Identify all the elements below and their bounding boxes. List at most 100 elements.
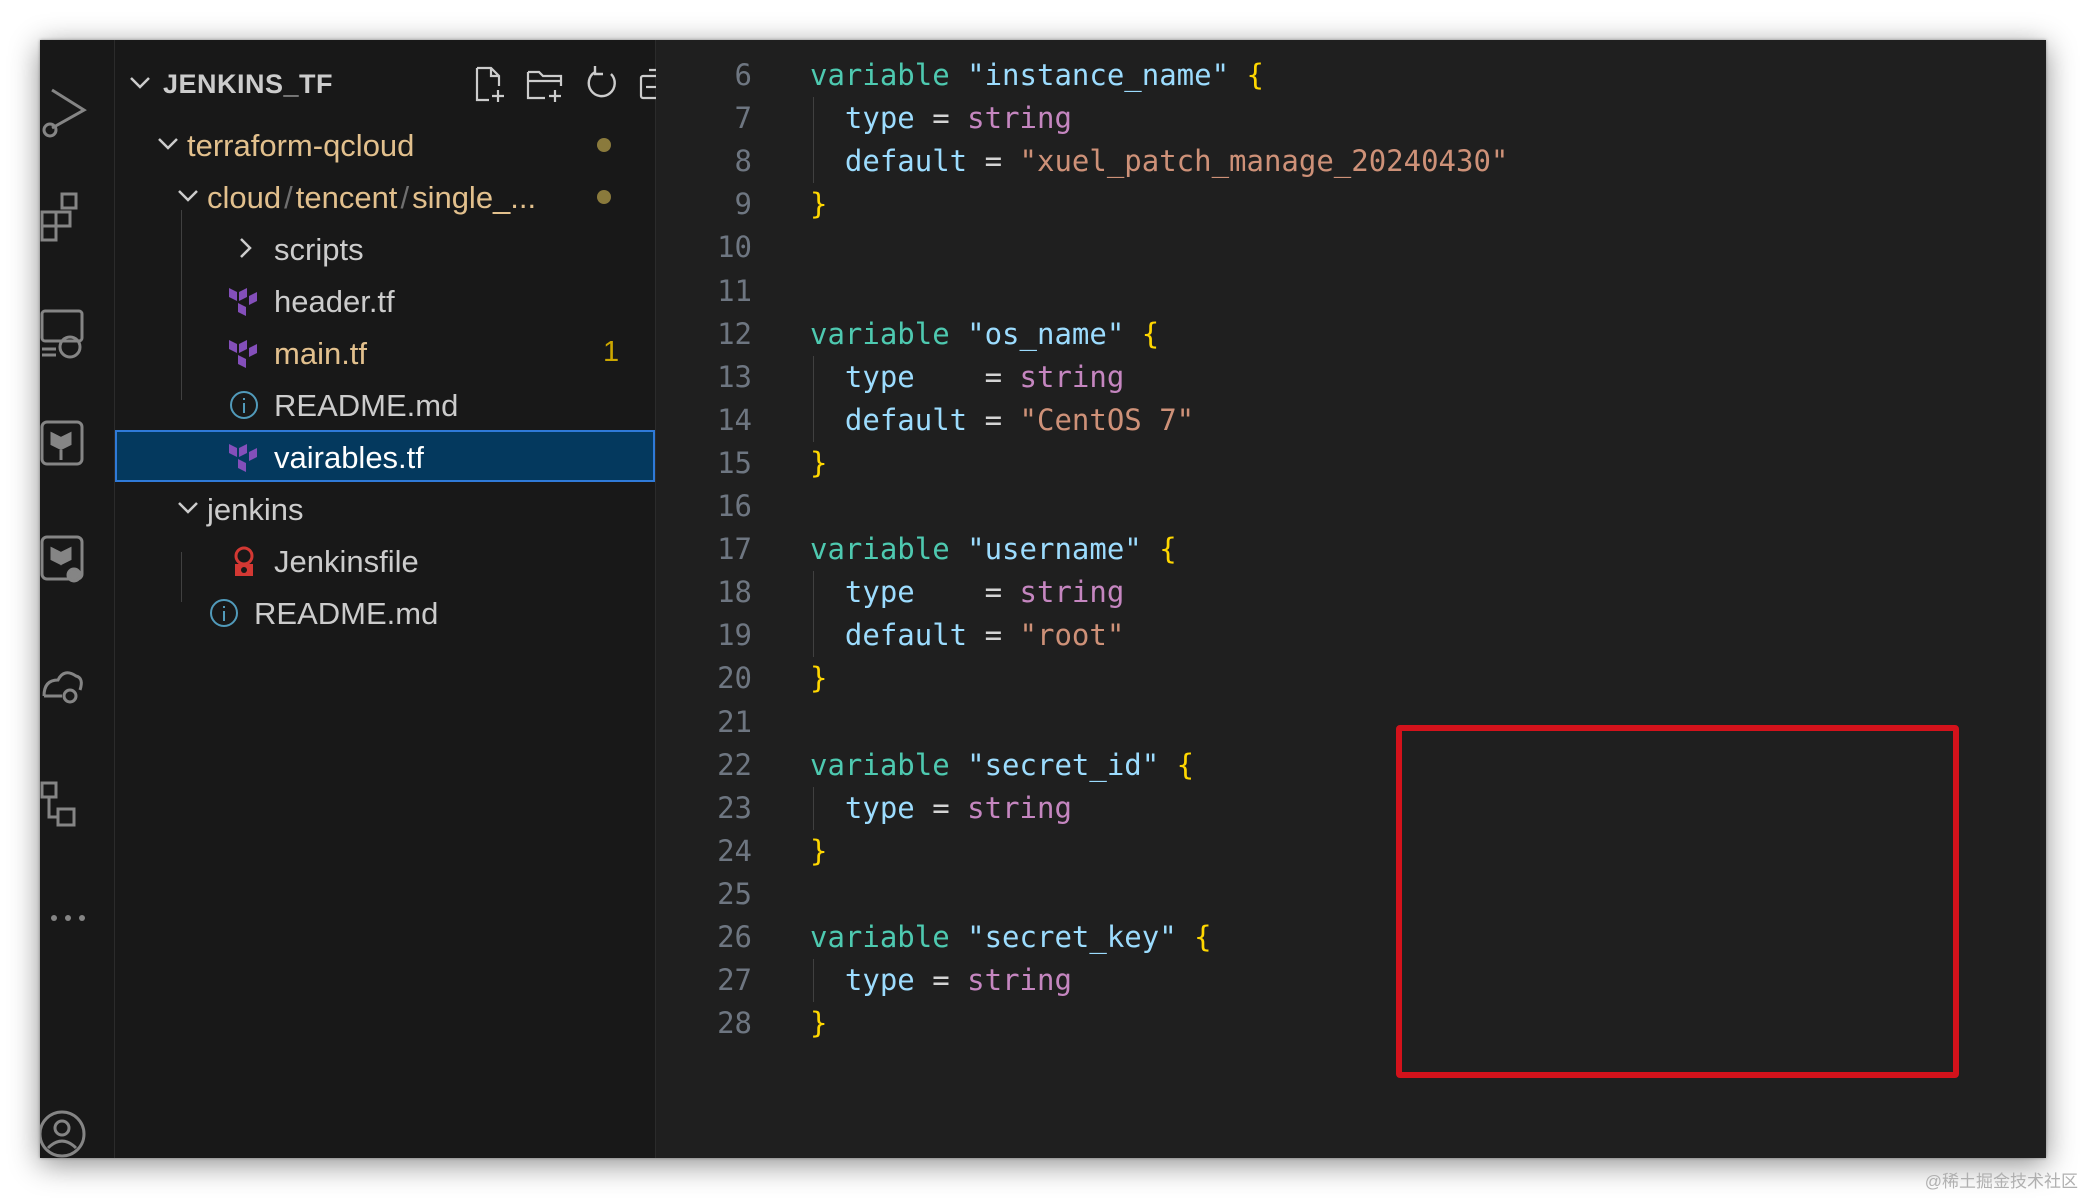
vscode-window: JENKINS_TF terraform-qcloud cloud/tencen… [40, 40, 2046, 1158]
line-number: 6 [734, 58, 752, 92]
tree-item-readme-root[interactable]: README.md [115, 586, 655, 638]
refresh-icon[interactable] [581, 64, 621, 104]
indent-guide [813, 571, 814, 658]
tree-item-vairables-tf[interactable]: vairables.tf [115, 430, 655, 482]
code-editor[interactable]: 6 variable "instance_name" {7 type = stri… [656, 40, 2046, 1158]
account-icon[interactable] [40, 1108, 102, 1158]
remote-explorer-icon[interactable] [40, 305, 102, 367]
terraform-cloud-icon[interactable] [40, 535, 102, 597]
code-token: = [967, 144, 1020, 179]
line-number: 10 [717, 230, 752, 265]
tree-item-label: terraform-qcloud [187, 128, 415, 163]
tree-item-label: scripts [274, 232, 364, 267]
tree-item-jenkins[interactable]: jenkins [115, 482, 655, 534]
line-number: 20 [717, 661, 752, 696]
code-token: "os_name" [967, 316, 1125, 351]
indent-guide [813, 786, 814, 830]
chevron-down-icon[interactable] [125, 68, 155, 98]
code-text: } [810, 446, 827, 480]
code-text: variable "username" { [810, 532, 1177, 566]
code-line[interactable]: 9} [656, 179, 2046, 222]
code-line[interactable]: 19 default = "root" [656, 610, 2046, 653]
code-line[interactable]: 14 default = "CentOS 7" [656, 395, 2046, 438]
tree-item-jenkinsfile[interactable]: Jenkinsfile [115, 534, 655, 586]
chevron-down-icon [158, 138, 178, 150]
code-token: string [1019, 359, 1125, 394]
code-line[interactable]: 10 [656, 222, 2046, 265]
code-token: = [914, 575, 1020, 610]
code-line[interactable]: 13 type = string [656, 352, 2046, 395]
path-separator: / [400, 180, 410, 215]
line-number: 24 [717, 833, 752, 868]
jenkins-file-icon [234, 546, 254, 576]
code-token: { [1194, 920, 1212, 954]
tree-item-terraform-qcloud[interactable]: terraform-qcloud [115, 118, 655, 170]
code-line[interactable]: 6 variable "instance_name" { [656, 50, 2046, 93]
code-text: } [810, 1006, 827, 1040]
run-debug-icon[interactable] [40, 78, 102, 140]
line-number: 17 [717, 532, 752, 567]
tree-item-readme[interactable]: README.md [115, 378, 655, 430]
code-token: = [914, 101, 968, 136]
source-control-graph-icon[interactable] [40, 775, 102, 837]
info-icon [230, 391, 258, 419]
indent-guide [813, 97, 814, 184]
explorer-section-header[interactable]: JENKINS_TF [115, 60, 673, 106]
tree-item-label: jenkins [207, 492, 304, 527]
chevron-down-icon [178, 190, 198, 202]
path-segment[interactable]: cloud [207, 180, 281, 215]
code-line[interactable]: 20} [656, 653, 2046, 696]
code-token: } [810, 187, 828, 222]
code-text: } [810, 834, 827, 868]
code-text: } [810, 187, 827, 221]
tree-item-cloud-path[interactable]: cloud/tencent/single_... [115, 170, 655, 222]
code-token: type [844, 963, 915, 998]
chevron-right-icon [240, 238, 252, 258]
code-line[interactable]: 16 [656, 481, 2046, 524]
path-segment[interactable]: single_... [412, 180, 536, 215]
new-file-icon[interactable] [469, 64, 509, 104]
code-line[interactable]: 12 variable "os_name" { [656, 309, 2046, 352]
code-line[interactable]: 18 type = string [656, 567, 2046, 610]
code-token: { [1141, 316, 1160, 351]
code-line[interactable]: 7 type = string [656, 93, 2046, 136]
line-number: 16 [717, 489, 752, 523]
explorer-sidebar: JENKINS_TF terraform-qcloud cloud/tencen… [115, 40, 673, 1158]
tree-item-scripts[interactable]: scripts [115, 222, 655, 274]
code-line[interactable]: 17 variable "username" { [656, 524, 2046, 567]
modified-dot [597, 190, 611, 204]
code-line[interactable]: 11 [656, 266, 2046, 309]
activity-bar [40, 40, 115, 1158]
path-separator: / [284, 180, 293, 215]
tree-item-main-tf[interactable]: main.tf 1 [115, 326, 655, 378]
indent-guide [813, 355, 814, 442]
cloud-settings-icon[interactable] [40, 660, 102, 722]
line-number: 27 [717, 963, 752, 998]
code-token: { [1176, 747, 1195, 782]
path-segment[interactable]: tencent [296, 180, 398, 215]
tree-item-header-tf[interactable]: header.tf [115, 274, 655, 326]
tree-item-label: header.tf [274, 284, 395, 319]
terraform-icon[interactable] [40, 420, 102, 482]
more-icon[interactable] [40, 890, 102, 952]
code-token: variable [810, 58, 968, 92]
code-token: variable [810, 747, 968, 782]
code-text: type = string [810, 963, 1072, 997]
code-token: type [844, 359, 915, 394]
watermark: @稀土掘金技术社区 [1924, 1172, 2078, 1191]
new-folder-icon[interactable] [525, 64, 565, 104]
line-number: 11 [717, 273, 752, 308]
code-line[interactable]: 8 default = "xuel_patch_manage_20240430" [656, 136, 2046, 179]
code-line[interactable]: 15} [656, 438, 2046, 481]
extensions-icon[interactable] [40, 190, 102, 252]
code-text: default = "root" [810, 618, 1124, 652]
code-token: } [810, 1006, 828, 1041]
